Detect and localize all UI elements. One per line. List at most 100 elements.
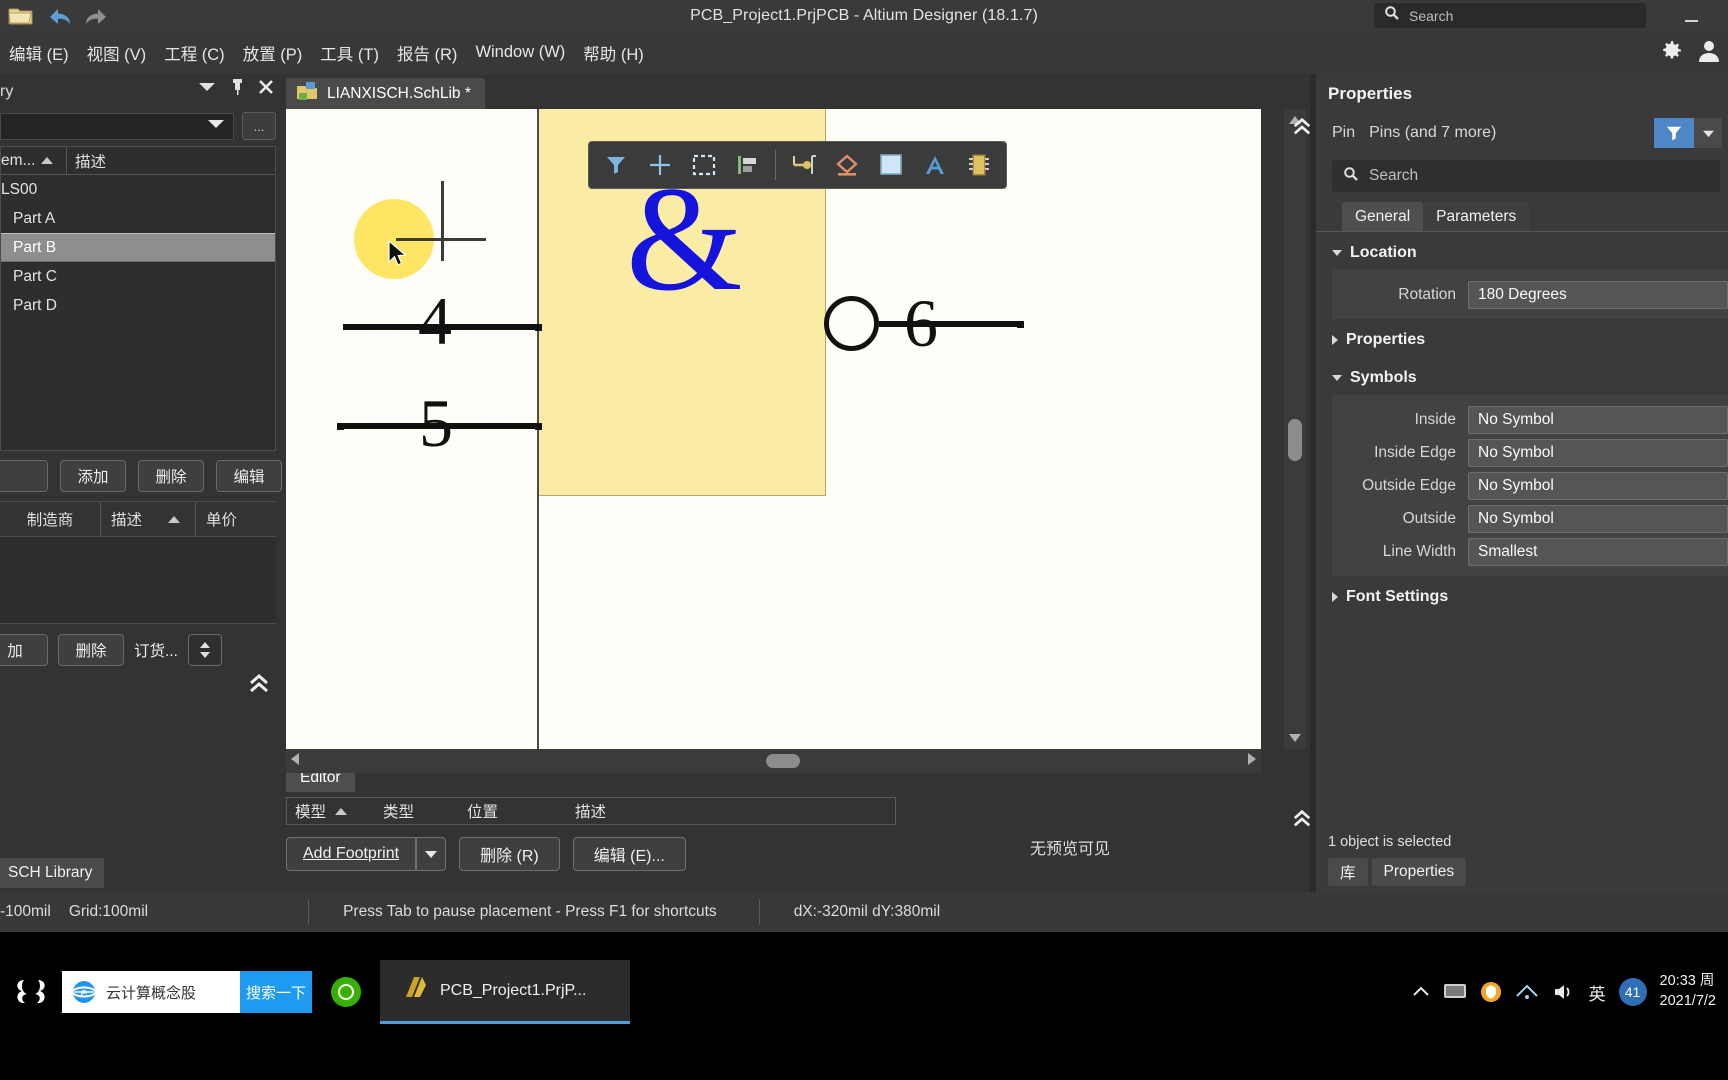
menu-item-view[interactable]: 视图 (V) xyxy=(78,37,156,69)
pin-inversion-circle[interactable] xyxy=(824,296,879,351)
menu-item-window[interactable]: Window (W) xyxy=(466,39,574,66)
chevron-up-icon[interactable] xyxy=(1412,985,1430,999)
column-header-model-description[interactable]: 描述 xyxy=(575,800,895,822)
library-browse-button[interactable]: ... xyxy=(242,112,276,140)
scroll-left-icon[interactable] xyxy=(290,752,300,771)
column-header-type[interactable]: 类型 xyxy=(383,800,467,822)
filter-icon[interactable] xyxy=(596,146,636,184)
chevron-down-icon[interactable] xyxy=(1694,118,1722,148)
tab-parameters[interactable]: Parameters xyxy=(1423,202,1530,231)
place-ic-icon[interactable] xyxy=(959,146,999,184)
place-text-icon[interactable] xyxy=(915,146,955,184)
undo-icon[interactable] xyxy=(42,2,76,30)
place-rectangle-icon[interactable] xyxy=(871,146,911,184)
order-stepper[interactable] xyxy=(187,634,222,666)
delete-button[interactable]: 删除 xyxy=(138,460,204,492)
column-header-description2[interactable]: 描述 xyxy=(100,502,196,536)
column-header-name[interactable]: em... xyxy=(1,152,66,170)
close-icon[interactable] xyxy=(258,79,274,100)
taskbar-clock[interactable]: 20:33 周 2021/7/2 xyxy=(1660,972,1720,1011)
chevron-double-up-icon[interactable] xyxy=(1292,117,1312,142)
place-polygon-icon[interactable] xyxy=(827,146,867,184)
start-button[interactable] xyxy=(0,960,62,1024)
list-item-selected[interactable]: Part B xyxy=(1,233,275,262)
add-footprint-button[interactable]: Add Footprint xyxy=(286,837,417,871)
place-pin-icon[interactable] xyxy=(783,146,823,184)
document-tab-schlib[interactable]: LIANXISCH.SchLib * xyxy=(286,78,485,109)
edit-button[interactable]: 编辑 xyxy=(216,460,282,492)
menu-item-reports[interactable]: 报告 (R) xyxy=(388,37,467,69)
chevron-double-up-icon[interactable] xyxy=(248,674,270,699)
order-label[interactable]: 订货... xyxy=(134,639,178,661)
clipped-button[interactable] xyxy=(0,460,48,492)
pin-line-6[interactable] xyxy=(879,321,1022,327)
global-search-box[interactable]: Search xyxy=(1374,3,1646,28)
delete-footprint-button[interactable]: 删除 (R) xyxy=(459,837,560,871)
selection-box-icon[interactable] xyxy=(684,146,724,184)
delete-supplier-button[interactable]: 删除 xyxy=(58,634,124,666)
crosshair-icon[interactable] xyxy=(640,146,680,184)
chevron-double-up-icon-2[interactable] xyxy=(1292,809,1312,834)
taskbar-search-text: 云计算概念股 xyxy=(106,984,197,1002)
column-header-manufacturer[interactable]: 制造商 xyxy=(0,502,100,536)
library-combo[interactable] xyxy=(0,112,234,140)
list-item[interactable]: Part C xyxy=(1,262,275,291)
taskbar-altium-task[interactable]: PCB_Project1.PrjP... xyxy=(380,960,630,1024)
scroll-right-icon[interactable] xyxy=(1247,752,1257,771)
filter-icon[interactable] xyxy=(1654,118,1694,148)
redo-icon[interactable] xyxy=(80,2,114,30)
menu-item-help[interactable]: 帮助 (H) xyxy=(574,37,653,69)
minimize-button[interactable] xyxy=(1676,4,1706,28)
menu-item-tools[interactable]: 工具 (T) xyxy=(311,37,388,69)
menu-item-edit[interactable]: 编辑 (E) xyxy=(0,37,78,69)
properties-search-input[interactable]: Search xyxy=(1332,160,1720,192)
menu-item-place[interactable]: 放置 (P) xyxy=(234,37,312,69)
notification-badge[interactable]: 41 xyxy=(1618,978,1647,1006)
pin-line-4[interactable] xyxy=(343,324,541,330)
column-header-description[interactable]: 描述 xyxy=(66,146,275,175)
column-header-model[interactable]: 模型 xyxy=(287,800,383,822)
inside-edge-value[interactable]: No Symbol xyxy=(1468,438,1728,467)
section-location[interactable]: Location xyxy=(1316,232,1728,270)
horizontal-scroll-thumb[interactable] xyxy=(766,754,800,768)
open-folder-icon[interactable] xyxy=(4,2,38,30)
add-footprint-dropdown-icon[interactable] xyxy=(416,837,447,871)
section-font-settings[interactable]: Font Settings xyxy=(1316,576,1728,614)
add-button[interactable]: 添加 xyxy=(60,460,126,492)
user-icon[interactable] xyxy=(1698,38,1720,68)
add-supplier-button[interactable]: 加 xyxy=(0,634,48,666)
network-icon[interactable] xyxy=(1515,982,1539,1002)
outside-edge-value[interactable]: No Symbol xyxy=(1468,471,1728,500)
outside-value[interactable]: No Symbol xyxy=(1468,504,1728,533)
screen-icon[interactable] xyxy=(1443,982,1467,1002)
chevron-down-icon[interactable] xyxy=(197,80,217,99)
sch-library-bottom-tab[interactable]: SCH Library xyxy=(0,858,105,888)
list-item[interactable]: Part D xyxy=(1,291,275,320)
tab-properties[interactable]: Properties xyxy=(1371,858,1467,886)
tab-library[interactable]: 库 xyxy=(1328,858,1368,886)
canvas-horizontal-scrollbar[interactable] xyxy=(286,749,1261,773)
list-item[interactable]: Part A xyxy=(1,204,275,233)
line-width-value[interactable]: Smallest xyxy=(1468,537,1728,566)
rotation-value[interactable]: 180 Degrees xyxy=(1468,280,1728,309)
align-icon[interactable] xyxy=(728,146,768,184)
section-properties[interactable]: Properties xyxy=(1316,319,1728,357)
ime-language-indicator[interactable]: 英 xyxy=(1589,980,1606,1005)
tab-general[interactable]: General xyxy=(1342,202,1424,231)
column-header-unitprice[interactable]: 单价 xyxy=(196,502,276,536)
column-header-location[interactable]: 位置 xyxy=(467,800,575,822)
gear-icon[interactable] xyxy=(1659,38,1684,68)
section-symbols[interactable]: Symbols xyxy=(1316,357,1728,395)
taskbar-search-box[interactable]: e 云计算概念股 搜索一下 xyxy=(62,971,312,1013)
pin-icon[interactable] xyxy=(230,78,245,101)
volume-icon[interactable] xyxy=(1552,982,1576,1002)
taskbar-search-button[interactable]: 搜索一下 xyxy=(240,971,312,1013)
browser-app-icon[interactable] xyxy=(312,960,380,1024)
edit-footprint-button[interactable]: 编辑 (E)... xyxy=(572,837,686,871)
pin-line-5[interactable] xyxy=(339,423,541,429)
shield-icon[interactable] xyxy=(1480,981,1502,1003)
list-item[interactable]: LS00 xyxy=(1,175,275,204)
schematic-canvas[interactable]: & 4 5 6 xyxy=(286,109,1261,749)
menu-item-project[interactable]: 工程 (C) xyxy=(155,37,234,69)
inside-value[interactable]: No Symbol xyxy=(1468,405,1728,434)
